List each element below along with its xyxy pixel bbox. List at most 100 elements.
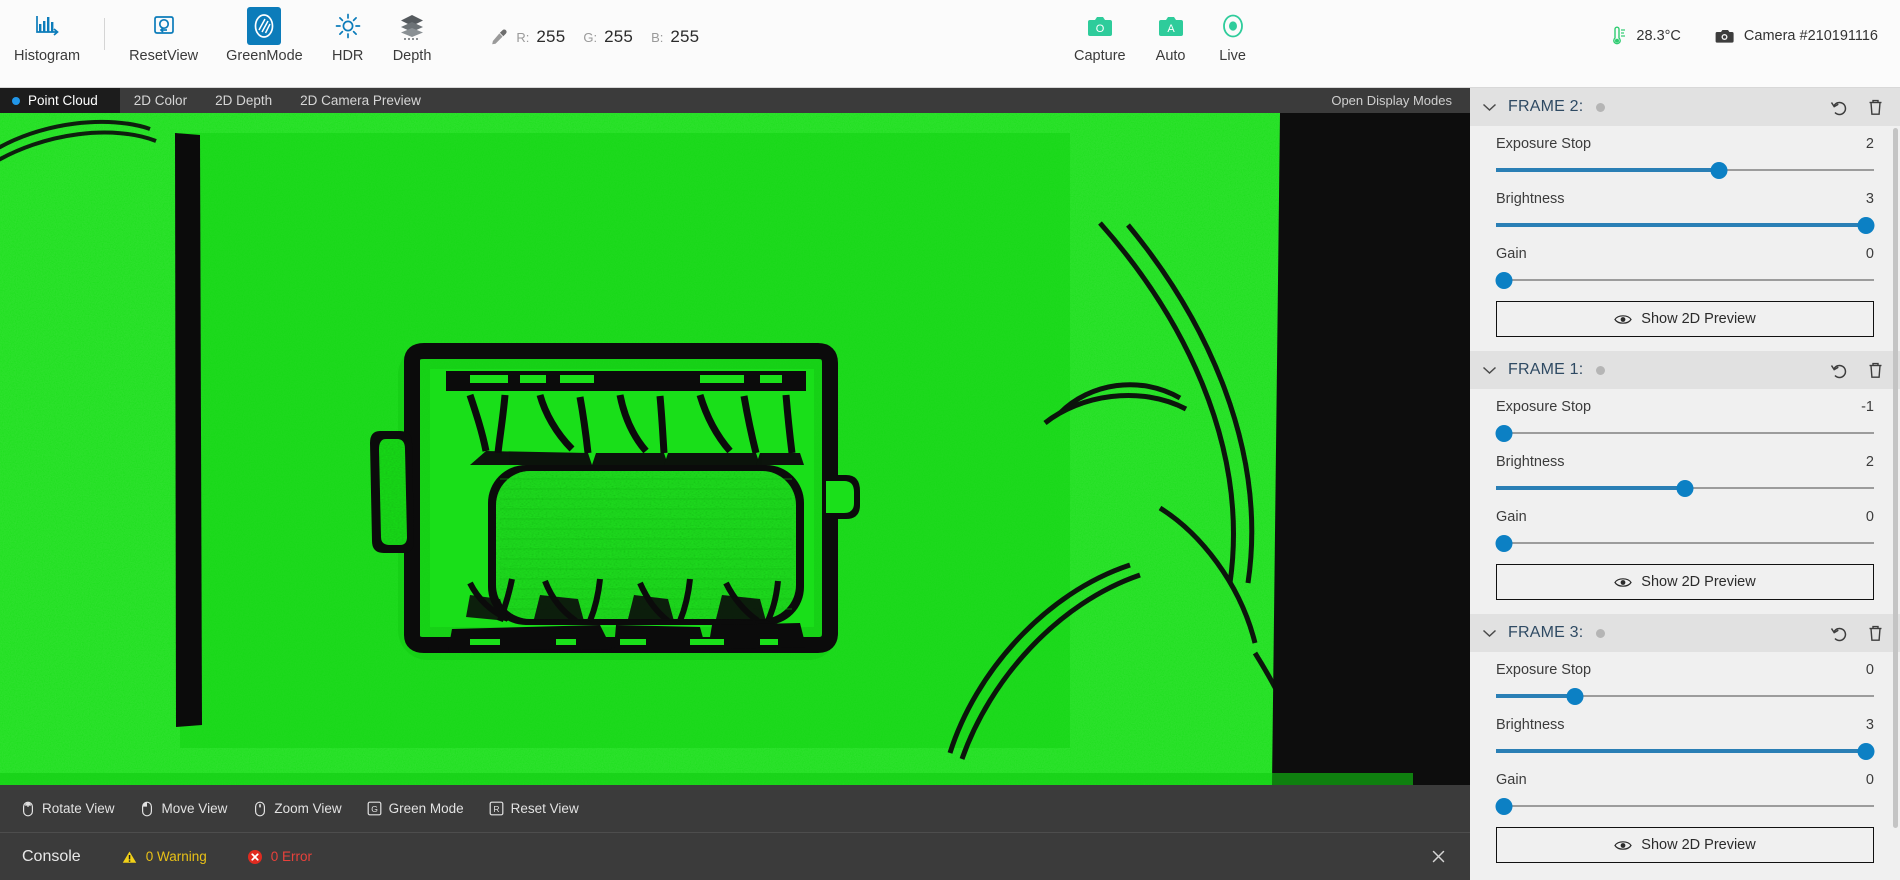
svg-text:O: O [1096,23,1105,35]
slider-rail [1496,432,1874,434]
slider-track[interactable] [1496,479,1874,497]
slider-track[interactable] [1496,424,1874,442]
slider-rail [1496,542,1874,544]
view-control-label-move-view: Move View [162,801,228,816]
toolbar-button-greenmode[interactable]: GreenMode [212,0,317,64]
slider-knob[interactable] [1711,162,1728,179]
show-2d-preview-button-2[interactable]: Show 2D Preview [1496,301,1874,337]
frame-section-1: FRAME 1: [1470,351,1900,614]
main-toolbar: Histogram ResetView [0,0,1900,88]
show-2d-preview-button-3[interactable]: Show 2D Preview [1496,827,1874,863]
slider-knob[interactable] [1495,272,1512,289]
slider-rail [1496,805,1874,807]
tab-2d-depth[interactable]: 2D Depth [201,88,286,113]
app-root: Histogram ResetView [0,0,1900,880]
frame-header-3[interactable]: FRAME 3: [1470,614,1900,652]
slider-label: Gain [1496,772,1527,788]
svg-text:R: R [493,804,499,814]
frame-header-2[interactable]: FRAME 2: [1470,88,1900,126]
chevron-down-icon[interactable] [1482,365,1502,375]
view-control-move-view[interactable]: Move View [130,796,238,821]
slider-rail [1496,279,1874,281]
slider-label: Brightness [1496,717,1565,733]
svg-text:G: G [371,804,378,814]
eye-icon [1614,576,1632,589]
open-display-modes-link[interactable]: Open Display Modes [1331,93,1470,108]
slider-brightness-1: Brightness 2 [1496,454,1874,497]
console-title: Console [22,848,81,866]
slider-knob[interactable] [1858,743,1875,760]
view-control-zoom-view[interactable]: Zoom View [242,796,351,821]
frame-revert-icon-3[interactable] [1830,624,1849,643]
slider-knob[interactable] [1567,688,1584,705]
capture-button[interactable]: O Capture [1060,0,1140,64]
toolbar-button-hdr[interactable]: HDR [317,0,379,64]
camera-auto-icon: A [1157,8,1185,44]
frame-body-2: Exposure Stop 2 Brightness 3 [1470,126,1900,351]
frame-revert-icon-1[interactable] [1830,361,1849,380]
slider-knob[interactable] [1495,535,1512,552]
frame-trash-icon-3[interactable] [1867,624,1884,643]
console-bar: Console 0 Warning 0 Error [0,832,1470,880]
frame-trash-icon-1[interactable] [1867,361,1884,380]
point-cloud-render [0,113,1413,785]
slider-knob[interactable] [1858,217,1875,234]
tab-point-cloud[interactable]: Point Cloud [0,88,120,113]
frame-section-2: FRAME 2: [1470,88,1900,351]
error-circle-icon [247,849,263,865]
thermometer-icon [1609,26,1627,46]
frame-status-dot-2 [1596,103,1605,112]
chevron-down-icon[interactable] [1482,102,1502,112]
live-button[interactable]: Live [1202,0,1264,64]
slider-value: 2 [1866,454,1874,470]
picker-b-value: 255 [670,27,699,47]
slider-exposure-stop-3: Exposure Stop 0 [1496,662,1874,705]
slider-fill [1496,694,1575,698]
slider-track[interactable] [1496,797,1874,815]
hdr-sun-icon [333,8,363,44]
picker-b-label: B: [651,30,663,45]
frame-section-3: FRAME 3: [1470,614,1900,877]
reset-view-icon [149,8,179,44]
slider-knob[interactable] [1677,480,1694,497]
slider-label: Exposure Stop [1496,136,1591,152]
view-control-green-mode[interactable]: G Green Mode [357,796,474,821]
toolbar-button-resetview[interactable]: ResetView [115,0,212,64]
warning-triangle-icon [121,849,138,865]
show-2d-preview-label: Show 2D Preview [1641,574,1755,590]
chevron-down-icon[interactable] [1482,628,1502,638]
frame-trash-icon-2[interactable] [1867,98,1884,117]
point-cloud-viewport[interactable] [0,113,1470,785]
frame-header-1[interactable]: FRAME 1: [1470,351,1900,389]
slider-fill [1496,749,1866,753]
slider-track[interactable] [1496,271,1874,289]
tab-2d-camera-preview[interactable]: 2D Camera Preview [286,88,435,113]
slider-track[interactable] [1496,161,1874,179]
toolbar-button-depth[interactable]: Depth [379,0,446,64]
view-control-reset-view[interactable]: R Reset View [479,796,589,821]
slider-track[interactable] [1496,687,1874,705]
console-error-chip[interactable]: 0 Error [247,849,312,865]
active-tab-dot-icon [12,97,20,105]
frame-revert-icon-2[interactable] [1830,98,1849,117]
key-r-icon: R [489,800,504,817]
auto-button[interactable]: A Auto [1140,0,1202,64]
slider-track[interactable] [1496,534,1874,552]
slider-track[interactable] [1496,216,1874,234]
close-icon[interactable] [1421,849,1456,864]
view-control-rotate-view[interactable]: Rotate View [10,796,125,821]
toolbar-button-histogram[interactable]: Histogram [0,0,94,64]
slider-track[interactable] [1496,742,1874,760]
slider-label: Brightness [1496,454,1565,470]
frame-title-3: FRAME 3: [1508,624,1583,642]
console-error-text: 0 Error [271,849,312,864]
capture-group: O Capture A Auto [1060,0,1264,88]
tab-2d-color[interactable]: 2D Color [120,88,201,113]
show-2d-preview-button-1[interactable]: Show 2D Preview [1496,564,1874,600]
slider-knob[interactable] [1495,798,1512,815]
console-warning-chip[interactable]: 0 Warning [121,849,207,865]
slider-knob[interactable] [1495,425,1512,442]
panel-scrollbar-thumb[interactable] [1893,128,1898,828]
toolbar-label-depth: Depth [393,48,432,64]
slider-gain-3: Gain 0 [1496,772,1874,815]
